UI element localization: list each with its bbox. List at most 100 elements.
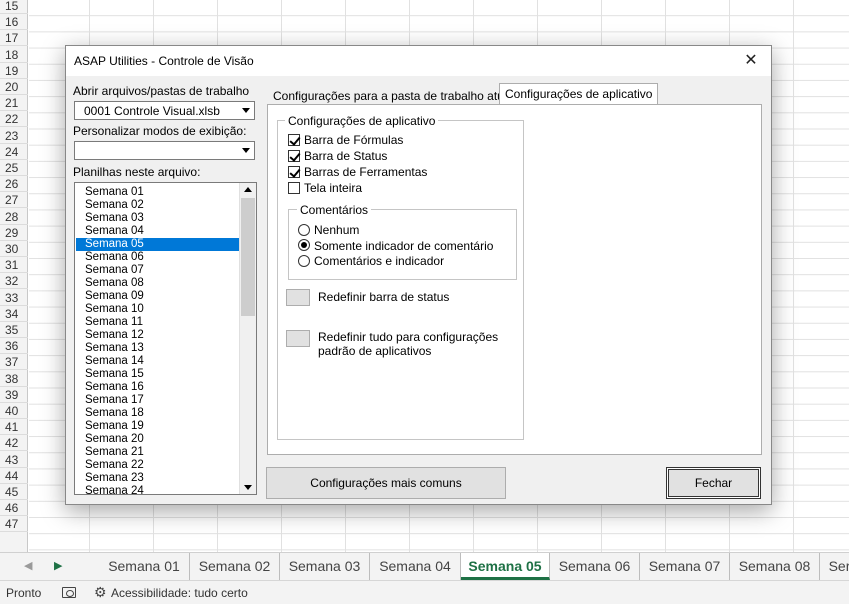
row-number[interactable]: 28: [0, 209, 28, 225]
row-number[interactable]: 26: [0, 176, 28, 193]
checkbox-formula-bar[interactable]: [288, 134, 300, 146]
custom-views-combo[interactable]: [74, 141, 255, 160]
accessibility-status[interactable]: Acessibilidade: tudo certo: [111, 586, 248, 600]
sheet-tab[interactable]: Ser: [820, 553, 849, 580]
row-number[interactable]: 43: [0, 452, 28, 468]
list-item[interactable]: Semana 03: [76, 212, 239, 225]
checkbox-formula-bar-label[interactable]: Barra de Fórmulas: [304, 133, 403, 147]
list-item[interactable]: Semana 04: [76, 225, 239, 238]
row-number[interactable]: 44: [0, 468, 28, 484]
sheets-listbox[interactable]: Semana 01 Semana 02 Semana 03 Semana 04 Sema…: [74, 182, 257, 495]
tab-application-settings[interactable]: Configurações de aplicativo: [499, 83, 659, 106]
reset-status-bar-button[interactable]: [286, 289, 310, 306]
list-item[interactable]: Semana 02: [76, 199, 239, 212]
accessibility-icon[interactable]: ⚙: [94, 584, 107, 601]
list-item[interactable]: Semana 16: [76, 381, 239, 394]
checkbox-status-bar[interactable]: [288, 150, 300, 162]
list-item[interactable]: Semana 06: [76, 251, 239, 264]
scroll-down-icon[interactable]: [240, 480, 256, 494]
list-item[interactable]: Semana 08: [76, 277, 239, 290]
radio-indicator-only[interactable]: [298, 239, 310, 251]
row-number[interactable]: 41: [0, 419, 28, 436]
checkbox-toolbars-label[interactable]: Barras de Ferramentas: [304, 165, 427, 179]
list-item[interactable]: Semana 18: [76, 407, 239, 420]
row-number[interactable]: 19: [0, 63, 28, 79]
row-number[interactable]: 16: [0, 14, 28, 31]
list-item[interactable]: Semana 19: [76, 420, 239, 433]
row-number[interactable]: 18: [0, 47, 28, 63]
tab-scroll-right-icon[interactable]: ▶: [54, 559, 62, 572]
reset-all-button[interactable]: [286, 330, 310, 347]
row-number[interactable]: 32: [0, 273, 28, 290]
list-item[interactable]: Semana 20: [76, 433, 239, 446]
list-item[interactable]: Semana 12: [76, 329, 239, 342]
row-number[interactable]: 29: [0, 225, 28, 241]
radio-indicator-only-label[interactable]: Somente indicador de comentário: [314, 239, 493, 253]
row-number[interactable]: 15: [0, 0, 28, 14]
sheet-tab[interactable]: Semana 08: [730, 553, 820, 580]
row-number[interactable]: 31: [0, 257, 28, 274]
checkbox-fullscreen-label[interactable]: Tela inteira: [304, 181, 362, 195]
row-number[interactable]: 46: [0, 500, 28, 517]
open-files-combo[interactable]: 0001 Controle Visual.xlsb: [74, 101, 255, 120]
list-item[interactable]: Semana 01: [76, 186, 239, 199]
list-item[interactable]: Semana 10: [76, 303, 239, 316]
tab-scroll-left-icon[interactable]: ◀: [24, 559, 32, 572]
listbox-scrollbar[interactable]: [239, 183, 256, 494]
list-item[interactable]: Semana 05: [76, 238, 239, 251]
row-number[interactable]: 40: [0, 403, 28, 419]
checkbox-toolbars[interactable]: [288, 166, 300, 178]
chevron-down-icon[interactable]: [238, 102, 254, 119]
scroll-up-icon[interactable]: [240, 183, 256, 197]
list-item[interactable]: Semana 21: [76, 446, 239, 459]
row-number[interactable]: 23: [0, 128, 28, 144]
row-number[interactable]: 42: [0, 435, 28, 452]
checkbox-status-bar-label[interactable]: Barra de Status: [304, 149, 387, 163]
chevron-down-icon[interactable]: [238, 142, 254, 159]
radio-comments-and-indicator-label[interactable]: Comentários e indicador: [314, 254, 444, 268]
row-number[interactable]: 35: [0, 322, 28, 338]
row-number[interactable]: 47: [0, 516, 28, 533]
row-number[interactable]: 24: [0, 144, 28, 160]
radio-none[interactable]: [298, 224, 310, 236]
list-item[interactable]: Semana 22: [76, 459, 239, 472]
sheet-tab[interactable]: Semana 03: [280, 553, 370, 580]
row-number[interactable]: 36: [0, 338, 28, 355]
list-item[interactable]: Semana 17: [76, 394, 239, 407]
row-number[interactable]: 39: [0, 387, 28, 403]
row-number[interactable]: 34: [0, 306, 28, 322]
row-number[interactable]: 25: [0, 160, 28, 176]
list-item[interactable]: Semana 15: [76, 368, 239, 381]
list-item[interactable]: Semana 11: [76, 316, 239, 329]
row-number[interactable]: 33: [0, 290, 28, 306]
common-settings-button[interactable]: Configurações mais comuns: [266, 467, 506, 499]
row-number[interactable]: 21: [0, 95, 28, 112]
row-number[interactable]: 22: [0, 111, 28, 128]
sheet-tab[interactable]: Semana 01: [99, 553, 190, 580]
list-item[interactable]: Semana 14: [76, 355, 239, 368]
row-number[interactable]: 37: [0, 354, 28, 371]
list-item[interactable]: Semana 13: [76, 342, 239, 355]
list-item[interactable]: Semana 24: [76, 485, 239, 494]
row-number[interactable]: 30: [0, 241, 28, 257]
row-number[interactable]: 17: [0, 30, 28, 47]
radio-comments-and-indicator[interactable]: [298, 255, 310, 267]
list-item[interactable]: Semana 23: [76, 472, 239, 485]
row-number[interactable]: 27: [0, 192, 28, 209]
sheet-tab[interactable]: Semana 05: [461, 553, 550, 580]
row-number[interactable]: 45: [0, 484, 28, 500]
list-item[interactable]: Semana 07: [76, 264, 239, 277]
sheet-tab[interactable]: Semana 07: [640, 553, 730, 580]
row-number[interactable]: 20: [0, 79, 28, 95]
scroll-thumb[interactable]: [241, 198, 255, 316]
sheet-tab[interactable]: Semana 02: [190, 553, 280, 580]
close-button[interactable]: Fechar: [666, 467, 761, 499]
macro-recording-icon[interactable]: [62, 587, 76, 598]
checkbox-fullscreen[interactable]: [288, 182, 300, 194]
radio-none-label[interactable]: Nenhum: [314, 223, 359, 237]
list-item[interactable]: Semana 09: [76, 290, 239, 303]
sheet-tab[interactable]: Semana 04: [370, 553, 461, 580]
row-number[interactable]: 38: [0, 371, 28, 387]
sheet-tab[interactable]: Semana 06: [550, 553, 640, 580]
close-icon[interactable]: ✕: [731, 46, 771, 76]
